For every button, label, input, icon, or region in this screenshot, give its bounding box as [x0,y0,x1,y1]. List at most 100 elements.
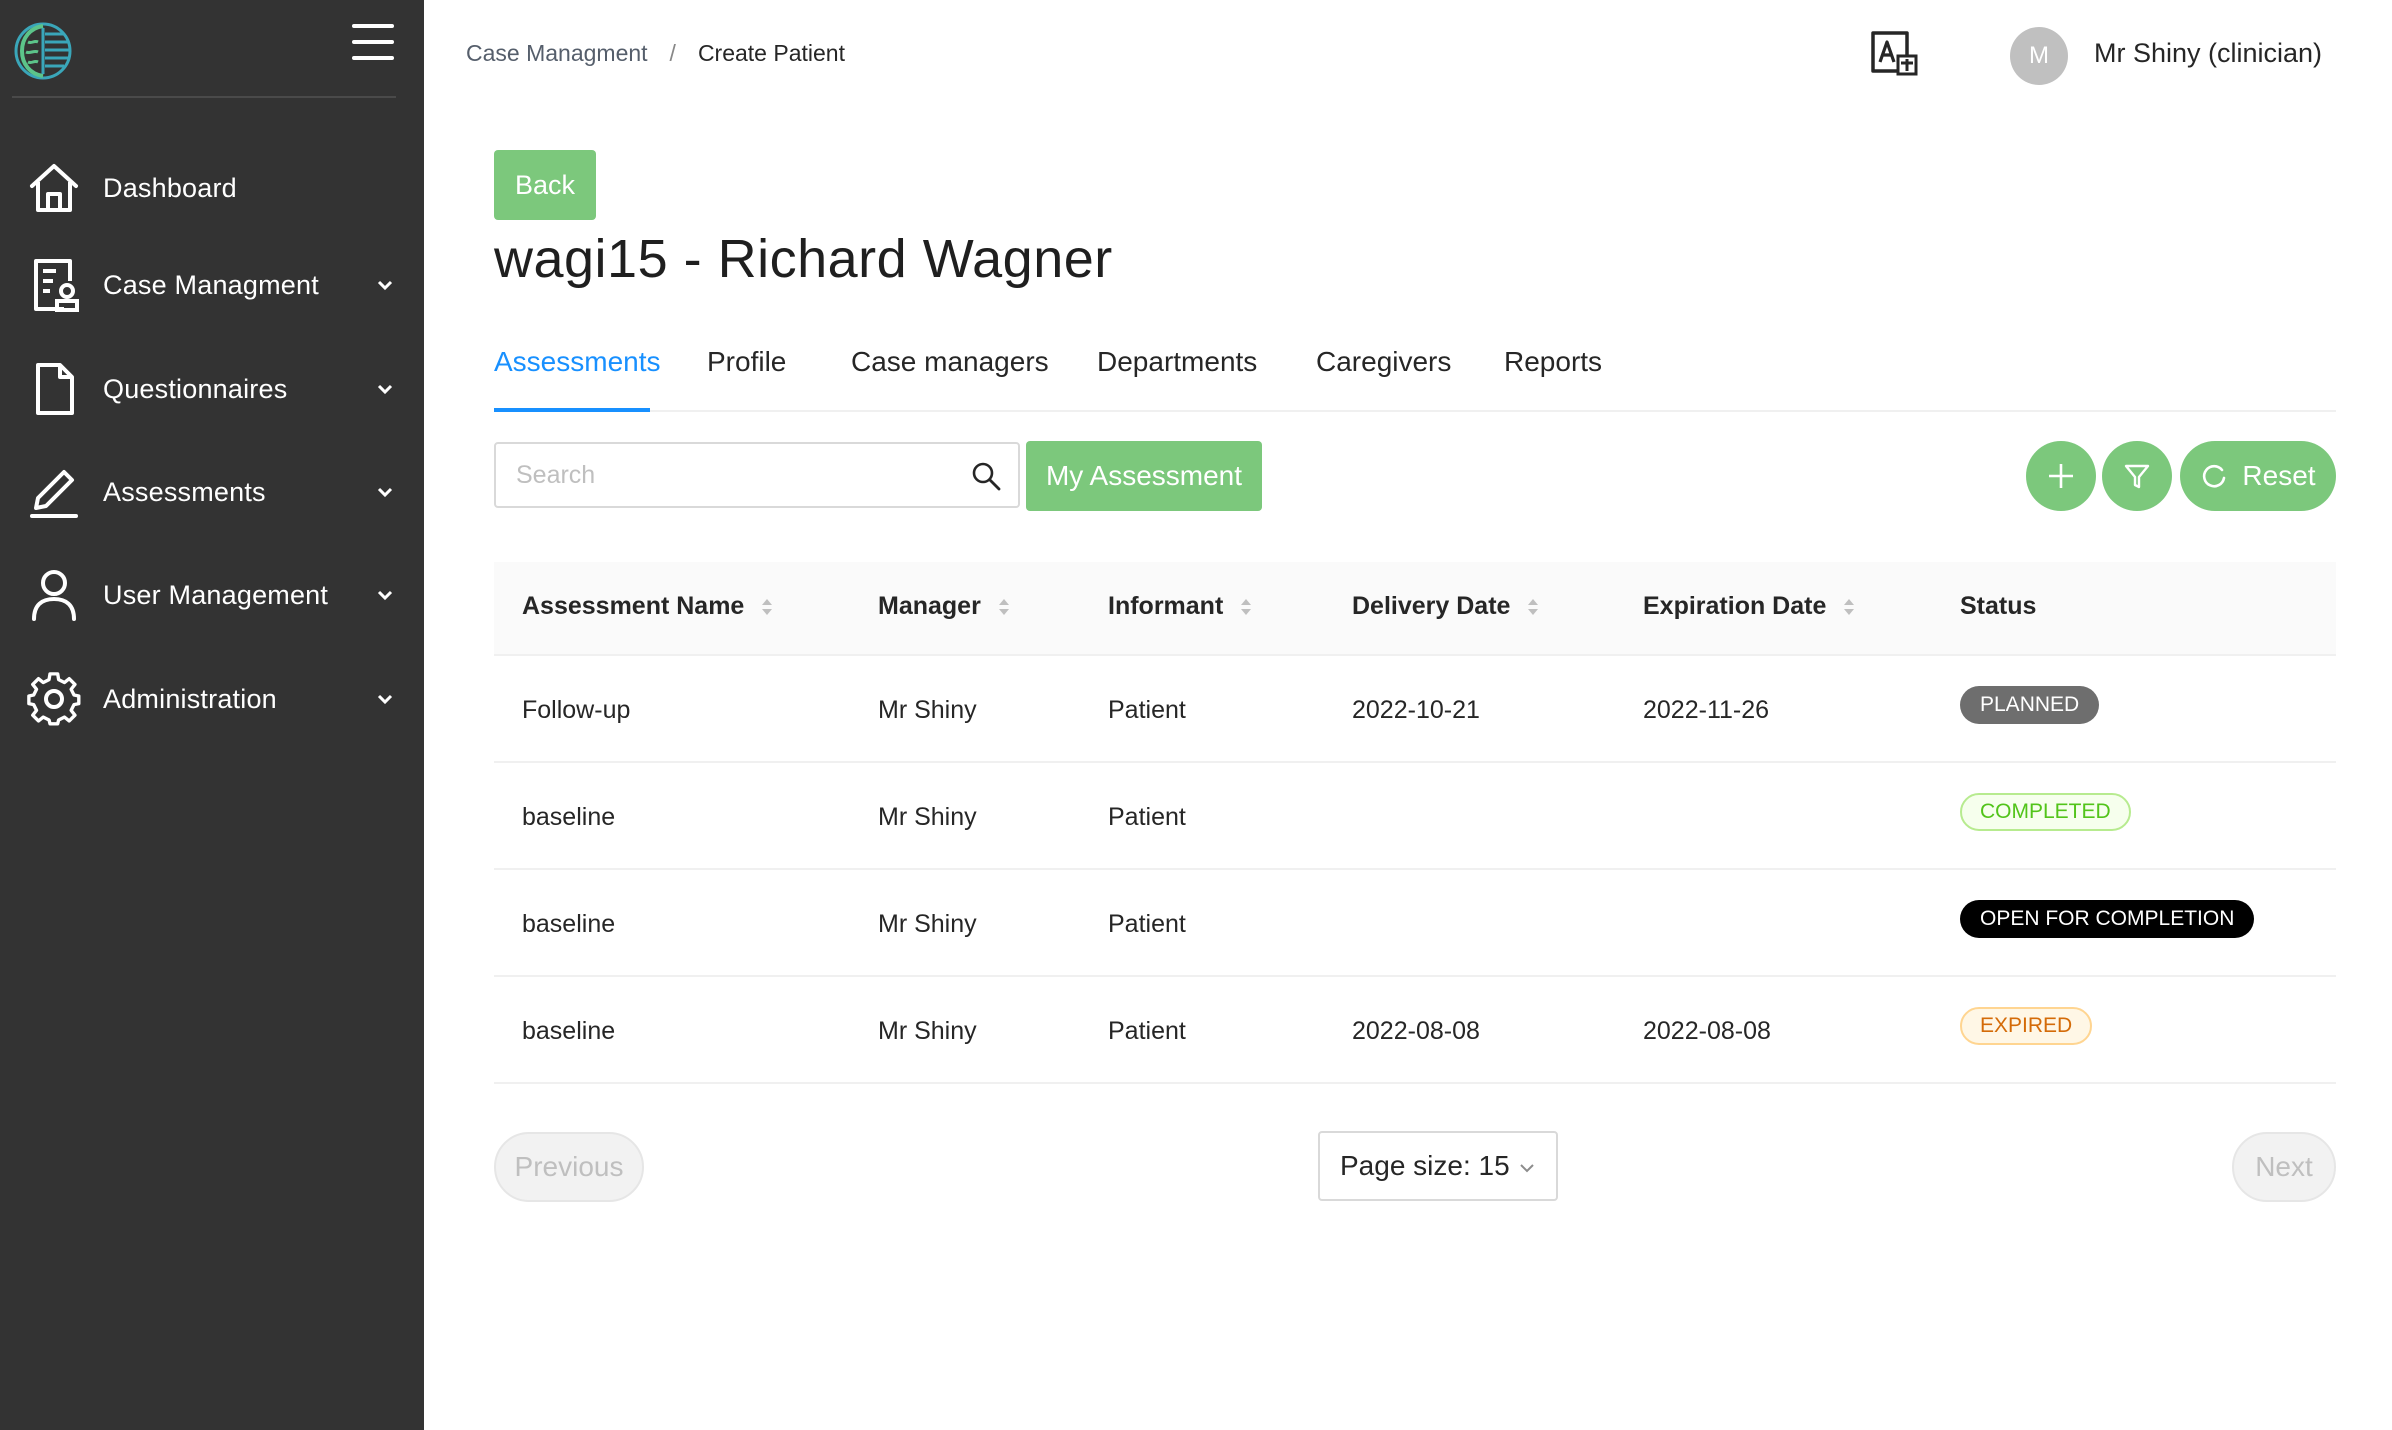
reset-label: Reset [2242,460,2316,491]
menu-toggle-icon[interactable] [352,24,394,62]
page-size-value: Page size: 15 [1340,1150,1510,1181]
sidebar-item-dashboard[interactable]: Dashboard [0,148,424,228]
tab-bar: Assessments Profile Case managers Depart… [494,340,2336,412]
search-icon[interactable] [970,460,1002,492]
cell-informant: Patient [1108,803,1186,831]
column-header-label: Assessment Name [522,592,745,620]
column-header-status: Status [1960,592,2036,621]
sidebar-item-case-managment[interactable]: Case Managment [0,245,424,325]
column-header-label: Status [1960,592,2037,620]
my-assessment-button[interactable]: My Assessment [1026,441,1262,511]
sidebar: Dashboard Case Managment Questionnaires [0,0,424,1430]
sort-icon [762,598,773,615]
table-row[interactable]: baseline Mr Shiny Patient 2022-08-08 202… [494,977,2336,1084]
assessments-table: Assessment Name Manager Informant Delive… [494,562,2336,1084]
cell-assessment-name: baseline [522,1017,616,1045]
cell-assessment-name: baseline [522,910,616,938]
sort-icon [1844,598,1855,615]
page-size-select[interactable]: Page size: 15 [1318,1131,1558,1201]
cell-assessment-name: Follow-up [522,696,631,724]
next-page-button[interactable]: Next [2232,1132,2336,1202]
brain-logo-icon[interactable] [12,20,78,82]
sort-icon [998,598,1009,615]
status-badge: EXPIRED [1960,1007,2093,1045]
column-header-label: Expiration Date [1643,592,1827,620]
column-header-label: Delivery Date [1352,592,1511,620]
column-header-label: Manager [878,592,981,620]
previous-page-button[interactable]: Previous [494,1132,644,1202]
sort-icon [1528,598,1539,615]
translate-icon[interactable] [1870,30,1920,80]
cell-informant: Patient [1108,696,1186,724]
chevron-down-icon [377,590,393,601]
sidebar-item-questionnaires[interactable]: Questionnaires [0,349,424,429]
tab-profile[interactable]: Profile [707,346,786,378]
chevron-down-icon [377,384,393,395]
table-row[interactable]: baseline Mr Shiny Patient COMPLETED [494,763,2336,870]
search-input[interactable] [516,444,936,506]
home-icon [30,164,78,212]
tab-assessments[interactable]: Assessments [494,346,661,378]
sidebar-item-assessments[interactable]: Assessments [0,452,424,532]
filter-button[interactable] [2102,441,2172,511]
avatar[interactable]: M [2010,27,2068,85]
sidebar-header [12,0,396,98]
tab-case-managers[interactable]: Case managers [851,346,1049,378]
sidebar-item-label: User Management [103,579,329,610]
clipboard-user-icon [34,259,79,312]
chevron-down-icon [377,487,393,498]
plus-icon [2049,464,2073,488]
table-header: Assessment Name Manager Informant Delive… [494,562,2336,656]
sidebar-item-label: Case Managment [103,269,319,300]
active-tab-indicator [494,408,650,412]
breadcrumb-current: Create Patient [697,40,845,66]
search-box [494,442,1020,508]
table-row[interactable]: Follow-up Mr Shiny Patient 2022-10-21 20… [494,656,2336,763]
status-badge: COMPLETED [1960,793,2131,831]
column-header-informant[interactable]: Informant [1108,592,1253,621]
cell-manager: Mr Shiny [878,803,977,831]
gear-icon [27,672,81,726]
cell-delivery-date: 2022-08-08 [1352,1017,1480,1045]
status-badge: OPEN FOR COMPLETION [1960,900,2255,938]
column-header-expiration-date[interactable]: Expiration Date [1643,592,1856,621]
column-header-assessment-name[interactable]: Assessment Name [522,592,774,621]
back-button[interactable]: Back [494,150,596,220]
document-icon [36,363,74,415]
add-assessment-button[interactable] [2026,441,2096,511]
app-root: Dashboard Case Managment Questionnaires [0,0,2392,1430]
column-header-manager[interactable]: Manager [878,592,1011,621]
cell-manager: Mr Shiny [878,696,977,724]
cell-manager: Mr Shiny [878,910,977,938]
pencil-icon [30,470,78,518]
tab-departments[interactable]: Departments [1097,346,1257,378]
reset-button[interactable]: Reset [2180,441,2336,511]
sidebar-item-label: Dashboard [103,172,237,203]
user-icon [32,570,76,621]
cell-informant: Patient [1108,1017,1186,1045]
reload-icon [2203,464,2226,488]
column-header-label: Informant [1108,592,1224,620]
sort-icon [1241,598,1252,615]
chevron-down-icon [377,280,393,291]
chevron-down-icon [377,694,393,705]
user-name[interactable]: Mr Shiny (clinician) [2094,38,2322,69]
tab-caregivers[interactable]: Caregivers [1316,346,1451,378]
cell-informant: Patient [1108,910,1186,938]
chevron-down-icon [1520,1164,1534,1173]
cell-manager: Mr Shiny [878,1017,977,1045]
breadcrumb-link-case-managment[interactable]: Case Managment [466,40,648,67]
sidebar-item-label: Questionnaires [103,373,288,404]
cell-assessment-name: baseline [522,803,616,831]
table-row[interactable]: baseline Mr Shiny Patient OPEN FOR COMPL… [494,870,2336,977]
status-badge: PLANNED [1960,686,2100,724]
cell-delivery-date: 2022-10-21 [1352,696,1480,724]
filter-icon [2124,464,2150,489]
sidebar-item-user-management[interactable]: User Management [0,555,424,635]
breadcrumb-separator: / [669,40,676,66]
cell-expiration-date: 2022-11-26 [1643,696,1770,724]
tab-reports[interactable]: Reports [1504,346,1602,378]
sidebar-item-label: Assessments [103,476,266,507]
column-header-delivery-date[interactable]: Delivery Date [1352,592,1540,621]
sidebar-item-administration[interactable]: Administration [0,659,424,739]
